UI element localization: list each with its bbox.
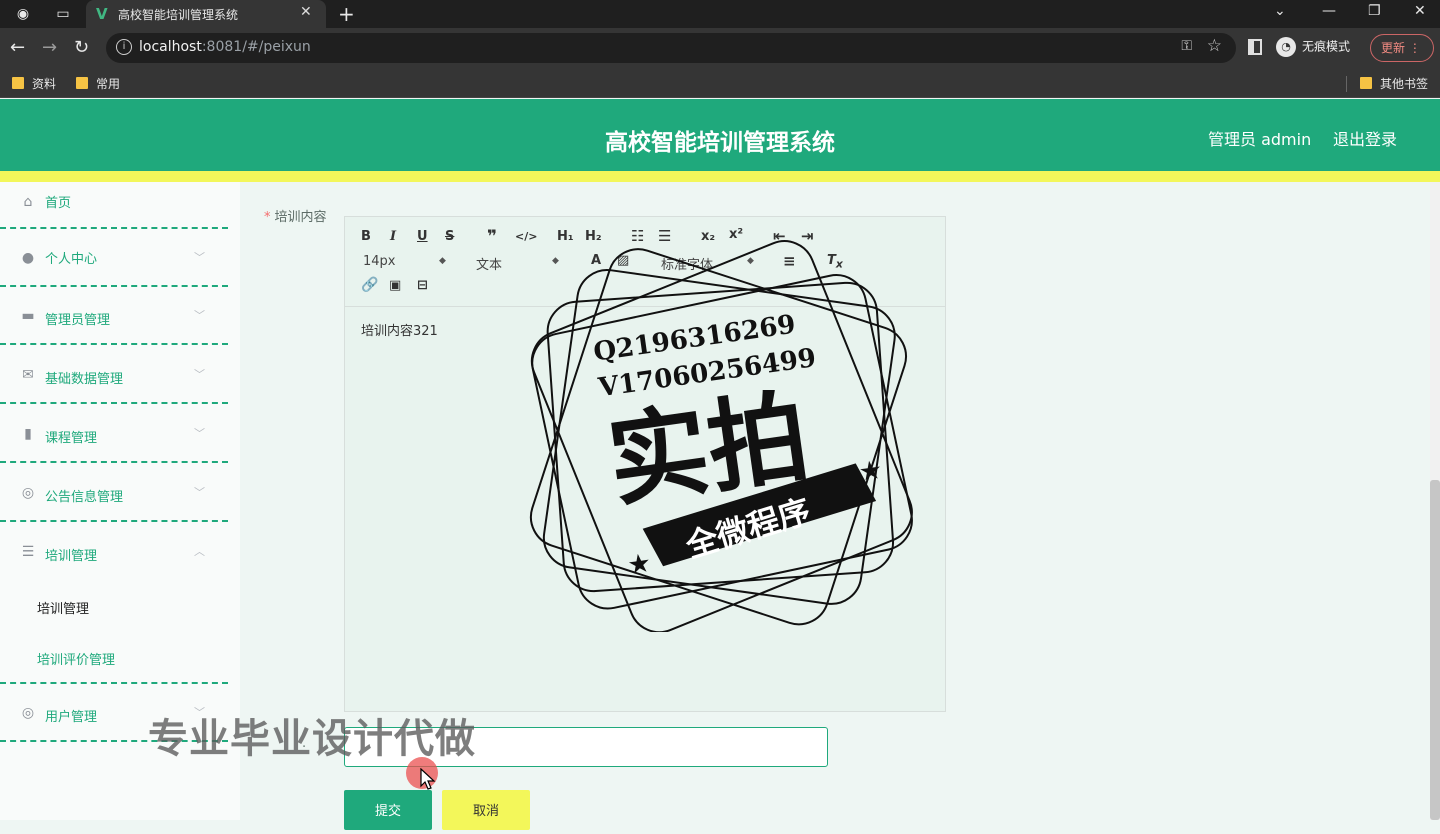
restore-icon[interactable]: ❐	[1368, 3, 1381, 19]
bold-icon[interactable]: B	[361, 229, 371, 244]
incognito-icon: ◔	[1276, 37, 1296, 57]
sidebar-item-label: 公告信息管理	[45, 490, 124, 505]
video-icon[interactable]: ⊟	[417, 278, 428, 293]
bar-chart-icon: ▮	[24, 426, 32, 442]
back-icon[interactable]: ←	[10, 37, 25, 58]
star-icon: ★	[626, 548, 653, 581]
sidebar-item-label: 个人中心	[45, 252, 98, 267]
chevron-down-icon: ﹀	[194, 368, 205, 381]
sidebar-item-label: 首页	[45, 196, 72, 211]
tab-search-icon[interactable]: ⌄	[1274, 3, 1286, 19]
user-icon: ●	[21, 250, 35, 266]
image-icon[interactable]: ▣	[389, 278, 401, 293]
sidebar-item-label: 用户管理	[45, 710, 98, 725]
submenu-item-training-manage[interactable]: 培训管理	[37, 598, 89, 617]
italic-icon[interactable]: I	[390, 229, 396, 244]
sidebar-item-label: 培训管理	[45, 549, 98, 564]
bookmark-separator	[1346, 76, 1347, 92]
browser-tab-bar: ◉ ▭ V 高校智能培训管理系统 ✕ + ⌄ — ❐ ✕	[0, 0, 1440, 28]
bookmark-label: 其他书签	[1380, 77, 1429, 91]
other-bookmarks[interactable]: 其他书签	[1360, 75, 1428, 92]
url-host: localhost	[139, 39, 202, 55]
bookmark-folder-changyong[interactable]: 常用	[76, 75, 120, 92]
sidebar-item-label: 基础数据管理	[45, 372, 124, 387]
app-header: 高校智能培训管理系统 管理员 admin 退出登录	[0, 99, 1440, 171]
bookmark-folder-ziliao[interactable]: 资料	[12, 75, 56, 92]
sidebar-item-label: 管理员管理	[45, 313, 111, 328]
forward-icon[interactable]: →	[42, 37, 57, 58]
reload-icon[interactable]: ↻	[74, 37, 89, 58]
site-info-icon[interactable]: i	[116, 39, 132, 55]
editor-content[interactable]: 培训内容321	[361, 320, 438, 339]
folder-icon	[1360, 77, 1372, 89]
overlay-watermark-text: 专业毕业设计代做	[148, 716, 476, 762]
sidebar-item-home[interactable]: ⌂ 首页	[0, 182, 228, 229]
header-accent-bar	[0, 171, 1440, 182]
url-path: :8081/#/peixun	[201, 39, 311, 55]
cancel-button[interactable]: 取消	[442, 790, 530, 830]
mail-icon: ✉	[22, 367, 34, 383]
link-icon[interactable]: 🔗	[361, 277, 378, 293]
chevron-down-icon: ﹀	[194, 486, 205, 499]
logout-link[interactable]: 退出登录	[1333, 126, 1397, 150]
submenu-item-training-review[interactable]: 培训评价管理	[37, 649, 115, 668]
sidebar-item-notices[interactable]: ◎ 公告信息管理 ﹀	[0, 464, 228, 522]
password-key-icon[interactable]: ⚿	[1181, 38, 1192, 54]
bookmark-label: 资料	[32, 77, 57, 91]
url-field[interactable]: i localhost:8081/#/peixun ⚿ ☆	[106, 33, 1236, 63]
bookmarks-bar: 资料 常用 其他书签	[0, 68, 1440, 98]
sidebar-item-profile[interactable]: ● 个人中心 ﹀	[0, 229, 228, 287]
update-label: 更新	[1381, 41, 1406, 55]
side-panel-icon[interactable]	[1248, 39, 1262, 55]
sidebar-item-admin[interactable]: ▬ 管理员管理 ﹀	[0, 287, 228, 345]
sidebar-item-courses[interactable]: ▮ 课程管理 ﹀	[0, 405, 228, 463]
content-label: * 培训内容	[264, 206, 327, 225]
compass-icon: ◎	[21, 485, 35, 501]
mouse-cursor-icon	[420, 768, 436, 790]
admin-label: 管理员 admin	[1208, 130, 1312, 149]
font-size-value: 14px	[363, 254, 396, 269]
home-icon: ⌂	[23, 194, 33, 210]
monitor-icon: ▬	[21, 308, 35, 324]
incognito-indicator[interactable]: ◔ 无痕模式	[1276, 37, 1350, 57]
star-icon: ★	[857, 455, 884, 488]
bookmark-label: 常用	[96, 77, 121, 91]
quote-icon[interactable]: ❞	[487, 227, 497, 247]
update-button[interactable]: 更新 ⋮	[1370, 34, 1434, 62]
strike-icon[interactable]: S	[445, 229, 454, 244]
browser-tab[interactable]: V 高校智能培训管理系统 ✕	[86, 0, 326, 28]
sidebar-item-label: 课程管理	[45, 431, 98, 446]
text-type-select[interactable]: 文本 ◆	[476, 254, 559, 273]
bookmark-star-icon[interactable]: ☆	[1207, 36, 1222, 56]
new-tab-icon[interactable]: +	[338, 2, 355, 26]
chevron-down-icon: ﹀	[194, 427, 205, 440]
user-circle-icon: ◎	[21, 705, 35, 721]
select-arrows-icon: ◆	[439, 256, 446, 266]
close-tab-icon[interactable]: ✕	[300, 4, 312, 20]
font-size-select[interactable]: 14px ◆	[363, 254, 446, 269]
close-window-icon[interactable]: ✕	[1414, 3, 1426, 19]
text-type-value: 文本	[476, 258, 503, 273]
address-bar: ← → ↻ i localhost:8081/#/peixun ⚿ ☆ ◔ 无痕模…	[0, 28, 1440, 68]
content-label-text: 培训内容	[274, 210, 327, 225]
minimize-icon[interactable]: —	[1322, 3, 1336, 19]
tab-title: 高校智能培训管理系统	[118, 8, 239, 22]
required-marker: *	[264, 210, 271, 225]
underline-icon[interactable]: U	[417, 229, 428, 244]
scrollbar-thumb[interactable]	[1430, 480, 1440, 820]
sidebar-item-basic-data[interactable]: ✉ 基础数据管理 ﹀	[0, 346, 228, 404]
folder-icon	[76, 77, 88, 89]
submit-button[interactable]: 提交	[344, 790, 432, 830]
vue-logo-icon: V	[96, 5, 108, 23]
stamp-watermark: Q2196316269 V17060256499 实拍 全微程序 ★ ★	[529, 240, 913, 632]
chevron-up-icon: ︿	[194, 545, 205, 558]
folder-icon	[12, 77, 24, 89]
globe-icon[interactable]: ◉	[14, 5, 32, 23]
tab-overview-icon[interactable]: ▭	[54, 5, 72, 23]
chevron-down-icon: ﹀	[194, 309, 205, 322]
list-icon: ☰	[21, 544, 35, 560]
chevron-down-icon: ﹀	[194, 251, 205, 264]
incognito-label: 无痕模式	[1302, 39, 1351, 54]
